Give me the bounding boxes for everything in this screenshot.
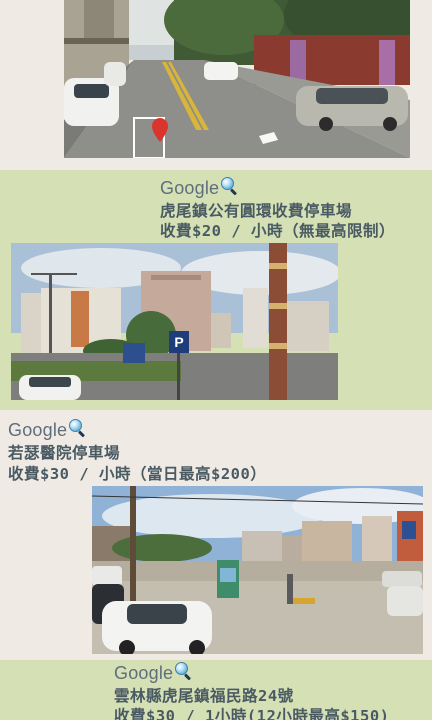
parking-fee-1: 收費$20 / 小時（無最高限制） — [160, 222, 395, 240]
magnifier-icon — [69, 418, 87, 438]
magnifier-icon — [221, 176, 239, 196]
parking-fee-2: 收費$30 / 小時（當日最高$200） — [8, 465, 267, 483]
street-photo-1 — [64, 0, 410, 158]
street-photo-2: P — [11, 243, 338, 400]
google-wordmark: Google — [160, 178, 220, 198]
google-wordmark: Google — [114, 663, 174, 683]
google-wordmark: Google — [8, 420, 68, 440]
google-logo-1: Google — [160, 176, 239, 199]
parking-name-3: 雲林縣虎尾鎮福民路24號 — [114, 687, 294, 705]
parking-name-1: 虎尾鎮公有圓環收費停車場 — [160, 202, 353, 220]
google-logo-2: Google — [8, 418, 87, 441]
parking-fee-3: 收費$30 / 1小時(12小時最高$150) — [114, 707, 390, 720]
street-photo-3 — [92, 486, 423, 654]
magnifier-icon — [175, 661, 193, 681]
google-logo-3: Google — [114, 661, 193, 684]
parking-name-2: 若瑟醫院停車場 — [8, 444, 121, 462]
parking-sign-letter: P — [174, 334, 183, 350]
